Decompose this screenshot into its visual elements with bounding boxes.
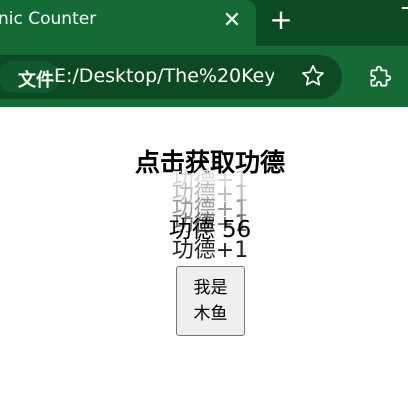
address-bar[interactable]: 文件 E:/Desktop/The%20Key...	[0, 55, 342, 99]
file-scheme-chip[interactable]: 文件	[0, 61, 60, 93]
file-scheme-label: 文件	[18, 70, 54, 91]
new-tab-icon[interactable]: +	[267, 5, 295, 37]
extensions-puzzle-icon[interactable]	[367, 65, 393, 91]
url-text[interactable]: E:/Desktop/The%20Key...	[54, 65, 274, 87]
toolbar: 文件 E:/Desktop/The%20Key...	[0, 46, 408, 107]
browser-chrome: nic Counter ✕ + ▔ 文件 E:/Desktop/The%20Ke…	[0, 0, 408, 107]
merit-counter: 功德 56	[168, 217, 252, 243]
star-icon[interactable]	[300, 63, 326, 89]
page-content: 点击获取功德 功德+1 功德+1 功德+1 功德+1 功德+1 功德 56 我是…	[0, 107, 408, 416]
tab-strip: nic Counter ✕ + ▔	[0, 0, 408, 46]
close-icon[interactable]: ✕	[221, 6, 243, 36]
tab-title: nic Counter	[0, 9, 97, 29]
tabstrip-overflow-edge: ▔	[402, 7, 408, 31]
tab-active[interactable]: nic Counter ✕	[0, 0, 256, 46]
wooden-fish-button[interactable]: 我是 木鱼	[176, 266, 245, 336]
